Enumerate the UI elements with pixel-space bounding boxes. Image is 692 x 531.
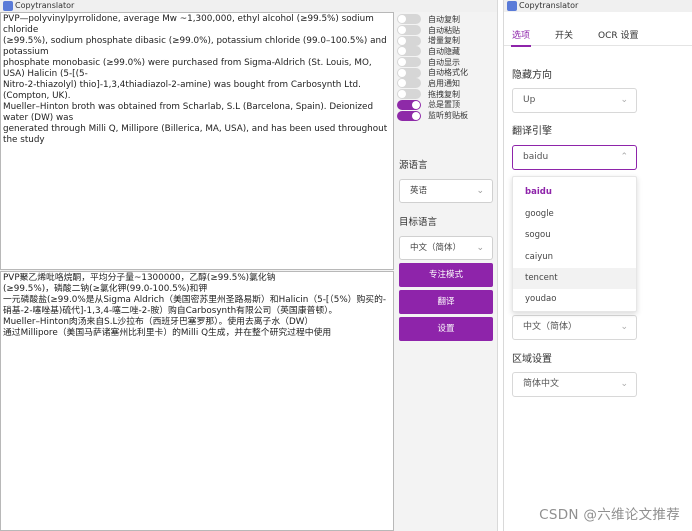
- settings-titlebar: Copytranslator: [504, 0, 692, 12]
- toggle-switch[interactable]: [397, 57, 421, 68]
- toggle-auto-format[interactable]: 自动格式化: [397, 67, 495, 78]
- toggle-switch[interactable]: [397, 89, 421, 100]
- chevron-down-icon: ⌄: [620, 95, 628, 105]
- source-language-select[interactable]: 英语 ⌄: [399, 179, 493, 203]
- source-line: phosphate monobasic (≥99.0%) were purcha…: [3, 58, 372, 79]
- translation-line: Mueller–Hinton肉汤来自S.L沙拉布（西班牙巴塞罗那）。使用去离子水…: [3, 317, 314, 327]
- source-line: Mueller–Hinton broth was obtained from S…: [3, 102, 374, 123]
- toggle-label: 监听剪贴板: [428, 111, 468, 121]
- engine-option-google[interactable]: google: [513, 204, 636, 225]
- toggle-listen-clipboard[interactable]: 监听剪贴板: [397, 110, 495, 121]
- translation-line: PVP聚乙烯吡咯烷酮，平均分子量~1300000，乙醇(≥99.5%)氯化钠: [3, 273, 276, 283]
- toggle-auto-paste[interactable]: 自动粘贴: [397, 25, 495, 36]
- chevron-up-icon: ⌃: [620, 152, 628, 162]
- toggle-always-on-top[interactable]: 总是置顶: [397, 99, 495, 111]
- focus-mode-button[interactable]: 专注模式: [399, 263, 493, 287]
- tab-ocr-settings[interactable]: OCR 设置: [598, 28, 638, 41]
- engine-option-caiyun[interactable]: caiyun: [513, 247, 636, 268]
- toggle-label: 自动隐藏: [428, 46, 460, 56]
- region-value: 简体中文: [523, 379, 560, 389]
- target-language-label: 目标语言: [399, 217, 438, 228]
- toggle-label: 拖拽复制: [428, 89, 460, 99]
- app-icon: [507, 1, 517, 11]
- active-tab-indicator: [511, 45, 531, 47]
- app-icon: [3, 1, 13, 11]
- region-label: 区域设置: [512, 354, 552, 365]
- source-line: Nitro-2-thiazolyl) thio]-1,3,4thiadiazol…: [3, 80, 361, 101]
- toggle-label: 总是置顶: [428, 100, 460, 110]
- toggle-label: 增量复制: [428, 36, 460, 46]
- toggle-label: 自动复制: [428, 14, 460, 24]
- engine-option-youdao[interactable]: youdao: [513, 289, 636, 310]
- toggle-drag-copy[interactable]: 拖拽复制: [397, 89, 495, 100]
- toggle-label: 自动格式化: [428, 68, 468, 78]
- toggle-label: 自动粘贴: [428, 25, 460, 35]
- translation-line: 一元磷酸盐(≥99.0%是从Sigma Aldrich（美国密苏里州圣路易斯）和…: [3, 295, 387, 305]
- translation-text-area[interactable]: PVP聚乙烯吡咯烷酮，平均分子量~1300000，乙醇(≥99.5%)氯化钠 (…: [0, 271, 394, 531]
- toggle-switch[interactable]: [397, 67, 421, 78]
- engine-label: 翻译引擎: [512, 126, 552, 137]
- main-titlebar: Copytranslator: [0, 0, 497, 12]
- toggle-label: 启用通知: [428, 78, 460, 88]
- tab-options[interactable]: 选项: [512, 28, 530, 41]
- watermark: CSDN @六维论文推荐: [539, 507, 680, 523]
- region-select[interactable]: 简体中文 ⌄: [512, 372, 637, 397]
- settings-window-title: Copytranslator: [519, 1, 579, 10]
- settings-button[interactable]: 设置: [399, 317, 493, 341]
- source-line: PVP—polyvinylpyrrolidone, average Mw ~1,…: [3, 14, 374, 35]
- engine-dropdown: baidu google sogou caiyun tencent youdao: [512, 176, 637, 312]
- hide-direction-value: Up: [523, 95, 536, 105]
- toggle-auto-show[interactable]: 自动显示: [397, 57, 495, 68]
- translation-line: 通过Millipore（美国马萨诸塞州比利里卡）的Milli Q生成，并在整个研…: [3, 328, 332, 338]
- toggle-switch[interactable]: [397, 25, 421, 36]
- hide-direction-label: 隐藏方向: [512, 70, 552, 81]
- translation-line: (≥99.5%)，磷酸二钠(≥氯化钾(99.0-100.5%)和钾: [3, 284, 208, 294]
- toggle-switch[interactable]: [397, 99, 421, 110]
- tab-switches[interactable]: 开关: [555, 28, 573, 41]
- chevron-down-icon: ⌄: [620, 322, 628, 332]
- chevron-down-icon: ⌄: [476, 186, 484, 196]
- toggle-notifications[interactable]: 启用通知: [397, 78, 495, 89]
- toggle-switch[interactable]: [397, 78, 421, 89]
- main-window-title: Copytranslator: [15, 1, 75, 10]
- target-language-value: 中文（简体）: [410, 243, 462, 253]
- hidden-language-select[interactable]: 中文（简体） ⌄: [512, 315, 637, 340]
- engine-option-baidu[interactable]: baidu: [513, 182, 636, 203]
- toggle-incremental-copy[interactable]: 增量复制: [397, 35, 495, 46]
- engine-select[interactable]: baidu ⌃: [512, 145, 637, 170]
- engine-option-tencent[interactable]: tencent: [513, 268, 636, 289]
- hidden-language-value: 中文（简体）: [523, 322, 578, 332]
- main-window: Copytranslator PVP—polyvinylpyrrolidone,…: [0, 0, 498, 531]
- target-language-select[interactable]: 中文（简体） ⌄: [399, 236, 493, 260]
- chevron-down-icon: ⌄: [620, 379, 628, 389]
- settings-tabs: 选项 开关 OCR 设置: [504, 22, 692, 47]
- toggle-label: 自动显示: [428, 57, 460, 67]
- source-language-value: 英语: [410, 186, 428, 196]
- hide-direction-select[interactable]: Up ⌄: [512, 88, 637, 113]
- chevron-down-icon: ⌄: [476, 243, 484, 253]
- toggle-list: 自动复制 自动粘贴 增量复制 自动隐藏 自动显示 自动格式化 启用通知 拖拽复制…: [397, 14, 495, 121]
- toggle-switch[interactable]: [397, 35, 421, 46]
- toggle-switch[interactable]: [397, 46, 421, 57]
- engine-value: baidu: [523, 152, 549, 162]
- source-line: generated through Milli Q, Millipore (Bi…: [3, 124, 388, 145]
- source-line: (≥99.5%), sodium phosphate dibasic (≥99.…: [3, 36, 387, 57]
- source-text-area[interactable]: PVP—polyvinylpyrrolidone, average Mw ~1,…: [0, 12, 394, 270]
- engine-option-sogou[interactable]: sogou: [513, 225, 636, 246]
- toggle-switch[interactable]: [397, 14, 421, 25]
- source-language-label: 源语言: [399, 160, 428, 171]
- toggle-auto-hide[interactable]: 自动隐藏: [397, 46, 495, 57]
- translate-button[interactable]: 翻译: [399, 290, 493, 314]
- translation-line: 硝基-2-噻唑基)硫代]-1,3,4-噻二唑-2-胺）购自Carbosynth有…: [3, 306, 338, 316]
- toggle-auto-copy[interactable]: 自动复制: [397, 14, 495, 25]
- settings-window: Copytranslator 选项 开关 OCR 设置 隐藏方向 Up ⌄ 翻译…: [503, 0, 692, 531]
- toggle-switch[interactable]: [397, 110, 421, 121]
